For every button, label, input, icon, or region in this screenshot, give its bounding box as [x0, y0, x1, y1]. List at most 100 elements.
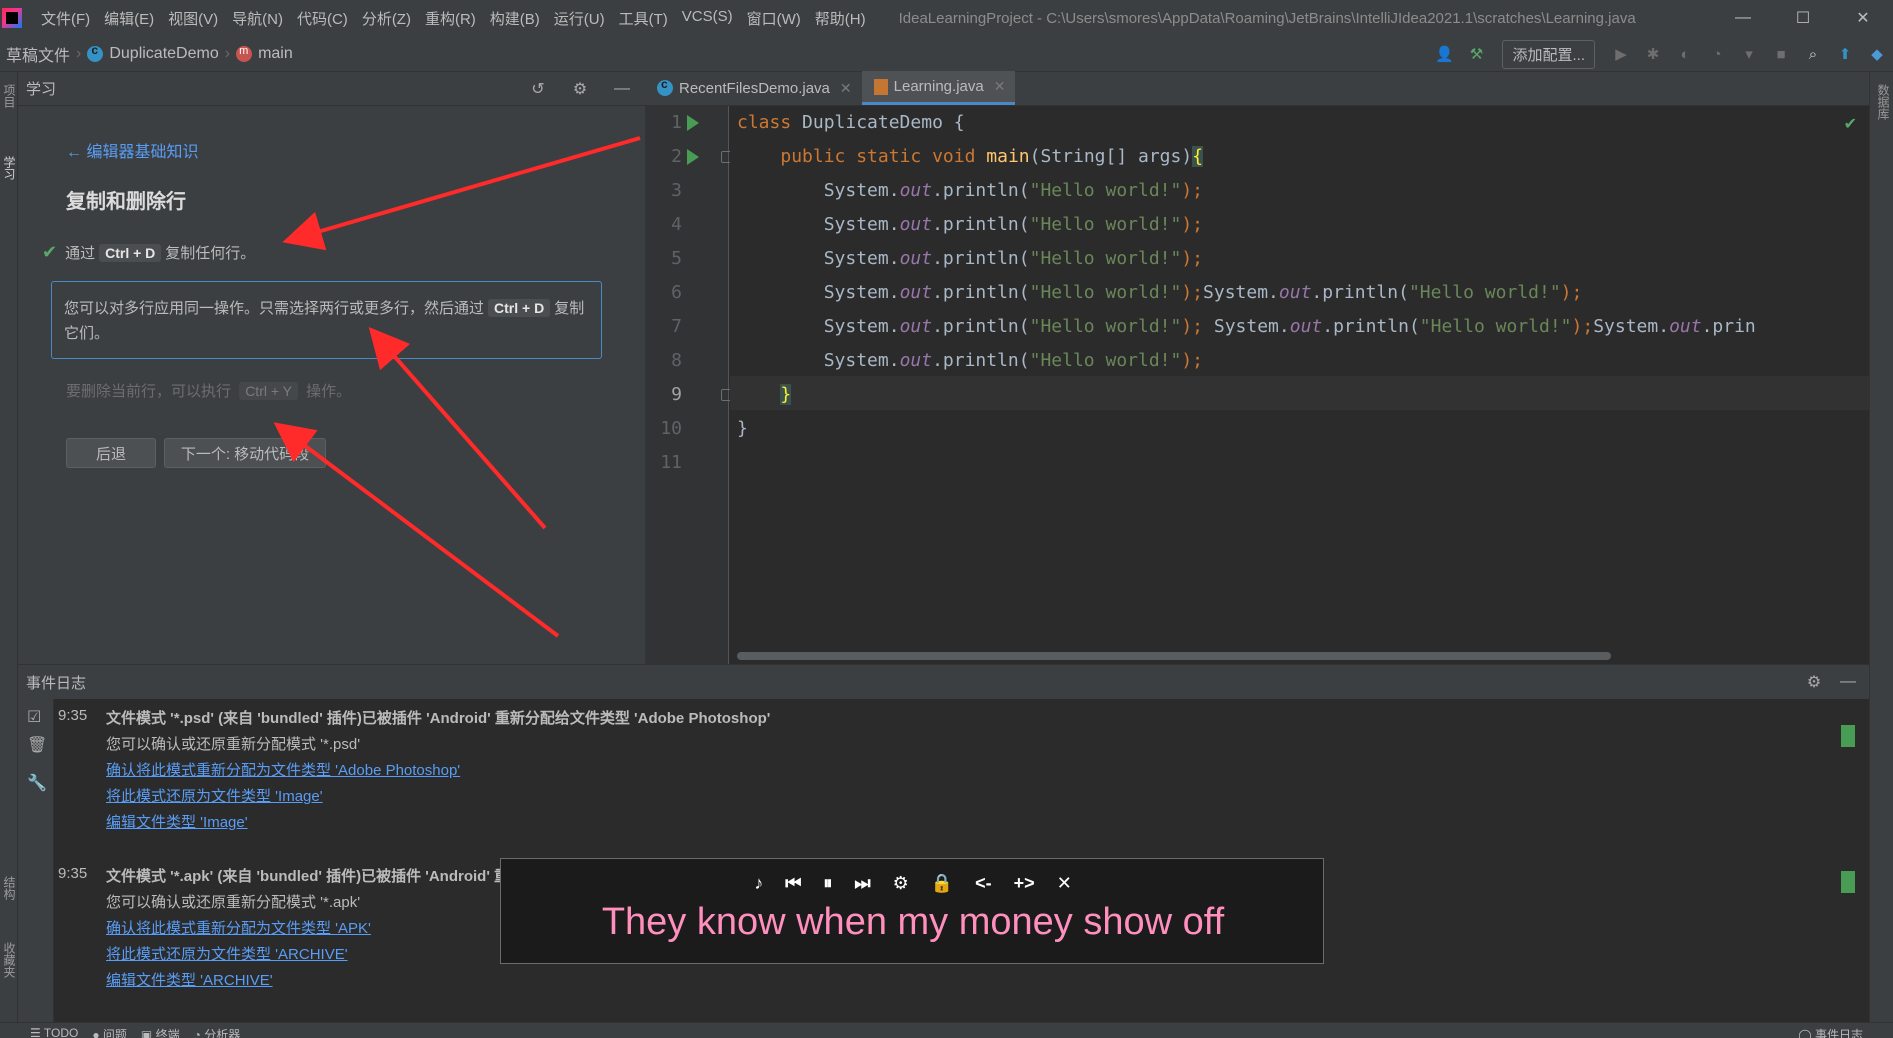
mark-all-read-icon[interactable]: ☑ [27, 707, 41, 727]
code-editor[interactable]: class DuplicateDemo { public static void… [730, 106, 1869, 664]
tool-database[interactable]: 数据库 [1875, 84, 1892, 120]
search-icon[interactable]: ⌕ [1799, 40, 1827, 68]
menu-window[interactable]: 窗口(W) [740, 8, 808, 29]
lyrics-forward-icon[interactable]: +> [1014, 873, 1035, 894]
log-scroll-marker[interactable] [1841, 871, 1855, 893]
add-configuration-button[interactable]: 添加配置... [1502, 39, 1595, 69]
breadcrumb-method[interactable]: main [258, 45, 293, 63]
tool-todo[interactable]: ☰ TODO [30, 1026, 78, 1038]
user-icon[interactable]: 👤 [1430, 40, 1458, 68]
previous-track-icon[interactable]: ⏮ [785, 873, 801, 894]
gear-icon[interactable]: ⚙ [567, 76, 593, 102]
main-menu: 文件(F) 编辑(E) 视图(V) 导航(N) 代码(C) 分析(Z) 重构(R… [34, 8, 873, 29]
trash-icon[interactable]: 🗑 [27, 735, 47, 755]
log-link[interactable]: 编辑文件类型 'Image' [106, 811, 248, 832]
debug-icon[interactable]: ✱ [1639, 40, 1667, 68]
close-tab-icon[interactable]: ✕ [840, 80, 852, 97]
breadcrumb-class[interactable]: DuplicateDemo [109, 45, 218, 63]
next-track-icon[interactable]: ⏭ [854, 873, 870, 894]
log-scroll-marker[interactable] [1841, 725, 1855, 747]
inspection-ok-icon[interactable]: ✔ [1844, 114, 1857, 134]
line-number: 7 [671, 316, 682, 337]
code-text: .prin [1701, 316, 1756, 337]
tool-problems[interactable]: ● 问题 [92, 1026, 127, 1038]
dropdown-icon[interactable]: ▾ [1735, 40, 1763, 68]
menu-help[interactable]: 帮助(H) [808, 8, 873, 29]
log-time: 9:35 [58, 707, 88, 724]
close-tab-icon[interactable]: ✕ [994, 78, 1006, 95]
stop-icon[interactable]: ■ [1767, 40, 1795, 68]
task3-suffix: 操作。 [306, 383, 352, 400]
log-link[interactable]: 编辑文件类型 'ARCHIVE' [106, 969, 273, 990]
close-icon[interactable]: ✕ [1057, 873, 1072, 894]
learn-panel-header: 学习 ↺ ⚙ — [18, 72, 645, 106]
hide-icon[interactable]: — [1835, 669, 1861, 695]
log-link[interactable]: 将此模式还原为文件类型 'ARCHIVE' [106, 943, 348, 964]
menu-refactor[interactable]: 重构(R) [418, 8, 483, 29]
code-text: ); [1181, 282, 1204, 303]
menu-code[interactable]: 代码(C) [290, 8, 355, 29]
log-link[interactable]: 将此模式还原为文件类型 'Image' [106, 785, 323, 806]
lyrics-back-icon[interactable]: <- [975, 873, 992, 894]
horizontal-scrollbar[interactable] [737, 652, 1611, 660]
music-note-icon[interactable]: ♪ [754, 873, 763, 894]
menu-build[interactable]: 构建(B) [483, 8, 547, 29]
menu-analyze[interactable]: 分析(Z) [355, 8, 418, 29]
menu-edit[interactable]: 编辑(E) [97, 8, 161, 29]
restart-icon[interactable]: ↺ [525, 76, 551, 102]
lock-icon[interactable]: 🔒 [931, 873, 953, 894]
run-icon[interactable]: ▶ [1607, 40, 1635, 68]
string-literal: "Hello world!" [1029, 316, 1182, 337]
breadcrumb-scratches[interactable]: 草稿文件 [6, 42, 70, 66]
keyword: class [737, 112, 792, 133]
hide-icon[interactable]: — [609, 76, 635, 102]
menu-file[interactable]: 文件(F) [34, 8, 97, 29]
profile-icon[interactable]: ◔ [1703, 40, 1731, 68]
jetbrains-toolbox-icon[interactable]: ◆ [1863, 40, 1891, 68]
log-link[interactable]: 确认将此模式重新分配为文件类型 'Adobe Photoshop' [106, 759, 460, 780]
shortcut-badge: Ctrl + Y [239, 382, 298, 400]
menu-run[interactable]: 运行(U) [547, 8, 612, 29]
run-gutter-icon[interactable] [687, 115, 699, 131]
wrench-icon[interactable]: 🔧 [27, 773, 47, 793]
string-literal: "Hello world!" [1029, 180, 1182, 201]
field: out [899, 350, 933, 371]
menu-view[interactable]: 视图(V) [161, 8, 225, 29]
next-lesson-button[interactable]: 下一个: 移动代码段 [164, 438, 326, 468]
log-link[interactable]: 确认将此模式重新分配为文件类型 'APK' [106, 917, 371, 938]
back-button[interactable]: 后退 [66, 438, 156, 468]
code-text: System. [823, 282, 900, 303]
minimize-icon[interactable]: — [1713, 0, 1773, 36]
event-log-title: 事件日志 [26, 674, 87, 692]
update-icon[interactable]: ⬆ [1831, 40, 1859, 68]
right-tool-stripe: 数据库 [1869, 72, 1893, 1038]
string-literal: "Hello world!" [1029, 282, 1182, 303]
main-toolbar: 👤 ⚒ 添加配置... ▶ ✱ ◐ ◔ ▾ ■ ⌕ ⬆ ◆ [1428, 36, 1893, 72]
coverage-icon[interactable]: ◐ [1671, 40, 1699, 68]
back-to-module-link[interactable]: ← 编辑器基础知识 [66, 138, 198, 162]
run-gutter-icon[interactable] [687, 149, 699, 165]
tab-learning[interactable]: Learning.java ✕ [861, 71, 1016, 105]
tab-recentfilesdemo[interactable]: RecentFilesDemo.java ✕ [645, 71, 862, 105]
tool-event-log[interactable]: ◯ 事件日志 [1798, 1026, 1863, 1038]
event-log-actions: ⚙ — [1793, 669, 1861, 695]
maximize-icon[interactable]: ☐ [1773, 0, 1833, 36]
close-icon[interactable]: ✕ [1833, 0, 1893, 36]
code-text: System. [823, 350, 900, 371]
menu-vcs[interactable]: VCS(S) [675, 8, 740, 29]
tool-learn[interactable]: 学习 [1, 156, 18, 180]
tool-terminal[interactable]: ▣ 终端 [141, 1026, 180, 1038]
pause-icon[interactable]: ⏸ [823, 873, 832, 894]
log-title: 文件模式 '*.psd' (来自 'bundled' 插件)已被插件 'Andr… [106, 710, 771, 727]
menu-tools[interactable]: 工具(T) [612, 8, 675, 29]
shortcut-badge: Ctrl + D [488, 299, 551, 317]
build-hammer-icon[interactable]: ⚒ [1462, 40, 1490, 68]
tool-profiler[interactable]: ◔ 分析器 [194, 1026, 241, 1038]
gear-icon[interactable]: ⚙ [1801, 669, 1827, 695]
tool-project[interactable]: 项目 [1, 84, 18, 108]
tool-favorites[interactable]: 收藏夹 [1, 942, 18, 978]
menu-navigate[interactable]: 导航(N) [225, 8, 290, 29]
gear-icon[interactable]: ⚙ [893, 873, 909, 894]
line-number: 9 [671, 384, 682, 405]
tool-structure[interactable]: 结构 [1, 876, 18, 900]
